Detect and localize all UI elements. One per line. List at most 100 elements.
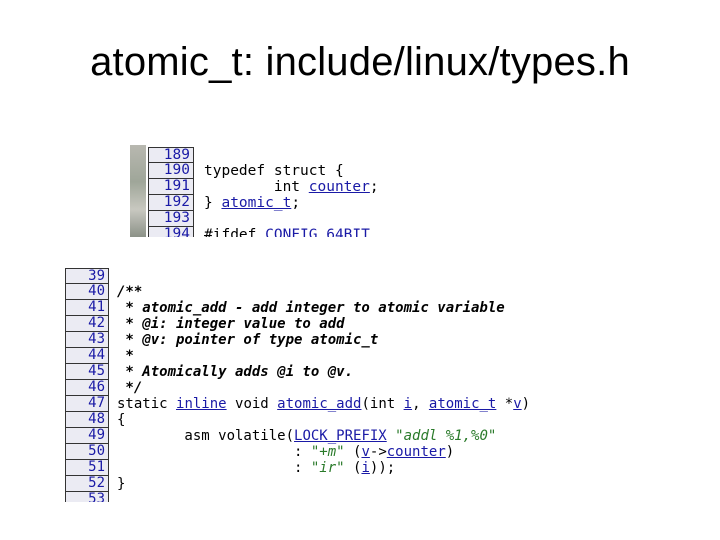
code-text: asm volatile(LOCK_PREFIX "addl %1,%0" [109,428,496,444]
code-token: ) [445,444,455,460]
line-number-link[interactable]: 193 [148,211,194,227]
code-text: } atomic_t; [194,195,300,211]
comment-text: * [117,348,134,364]
line-number-link[interactable]: 53 [65,492,109,502]
code-line: 40 /** [65,284,530,300]
identifier-link[interactable]: LOCK_PREFIX [294,428,387,444]
line-number-link[interactable]: 189 [148,147,194,163]
code-lines: 39 40/** 41 * atomic_add - add integer to … [65,268,530,502]
line-number-link[interactable]: 47 [65,396,109,412]
identifier-link[interactable]: v [513,396,521,412]
identifier-link[interactable]: i [361,460,369,476]
code-text: #ifdef CONFIG_64BIT [194,227,370,237]
comment-text: * @i: integer value to add [117,316,345,332]
code-text: : "+m" (v->counter) [109,444,454,460]
code-line: 39 [65,268,530,284]
comment-text: * @v: pointer of type atomic_t [117,332,379,348]
photo-strip [130,145,146,237]
code-token: : [117,460,311,476]
line-number-link[interactable]: 48 [65,412,109,428]
code-text: * atomic_add - add integer to atomic var… [109,300,505,316]
code-token: typedef struct { [204,163,344,179]
line-number-link[interactable]: 43 [65,332,109,348]
code-snippet-types-h: 189 190 typedef struct {191 int counter; 19… [130,145,540,237]
line-number-link[interactable]: 51 [65,460,109,476]
code-line: 191 int counter; [148,179,379,195]
line-number-link[interactable]: 46 [65,380,109,396]
identifier-link[interactable]: counter [387,444,446,460]
code-line: 48 { [65,412,530,428]
string-literal: "ir" [310,460,345,476]
code-token: ; [291,195,301,211]
code-text: * Atomically adds @i to @v. [109,364,353,380]
identifier-link[interactable]: atomic_t [429,396,496,412]
line-number-link[interactable]: 190 [148,163,194,179]
identifier-link[interactable]: i [404,396,412,412]
code-text: * @v: pointer of type atomic_t [109,332,378,348]
code-line: 43 * @v: pointer of type atomic_t [65,332,530,348]
line-number-link[interactable]: 50 [65,444,109,460]
code-token: static [117,396,177,412]
code-text: { [109,412,125,428]
line-number-link[interactable]: 42 [65,316,109,332]
line-number-link[interactable]: 39 [65,268,109,284]
code-token: ) [521,396,531,412]
code-line: 194 #ifdef CONFIG_64BIT [148,227,379,237]
code-token: ( [344,460,362,476]
code-line: 44 * [65,348,530,364]
line-number-link[interactable]: 45 [65,364,109,380]
line-number-link[interactable]: 44 [65,348,109,364]
code-text: static inline void atomic_add(int i, ato… [109,396,530,412]
identifier-link[interactable]: v [361,444,369,460]
identifier-link[interactable]: atomic_t [221,195,291,211]
identifier-link[interactable]: CONFIG_64BIT [265,227,370,237]
line-number-link[interactable]: 49 [65,428,109,444]
code-token: -> [369,444,387,460]
code-text: int counter; [194,179,379,195]
identifier-link[interactable]: atomic_add [277,396,361,412]
identifier-link[interactable]: inline [176,396,227,412]
code-token: #ifdef [204,227,266,237]
line-number-link[interactable]: 191 [148,179,194,195]
code-line: 53 [65,492,530,502]
code-text: : "ir" (i)); [109,460,395,476]
code-text: */ [109,380,142,396]
code-token: int [204,179,309,195]
identifier-link[interactable]: counter [309,179,370,195]
code-lines: 189 190 typedef struct {191 int counter; 19… [148,147,379,237]
line-number-link[interactable]: 192 [148,195,194,211]
code-line: 49 asm volatile(LOCK_PREFIX "addl %1,%0" [65,428,530,444]
comment-text: * atomic_add - add integer to atomic var… [117,300,505,316]
comment-text: /** [117,284,143,300]
code-token: { [117,412,126,428]
code-token: ( [344,444,362,460]
line-number-link[interactable]: 40 [65,284,109,300]
code-token: (int [361,396,404,412]
code-line: 52} [65,476,530,492]
comment-text: */ [117,380,143,396]
code-line: 51 : "ir" (i)); [65,460,530,476]
code-line: 41 * atomic_add - add integer to atomic … [65,300,530,316]
line-number-link[interactable]: 194 [148,227,194,237]
code-text: typedef struct { [194,163,344,179]
code-line: 46 */ [65,380,530,396]
code-token: , [412,396,429,412]
code-token: : [117,444,311,460]
code-line: 193 [148,211,379,227]
code-token: * [496,396,514,412]
code-token: } [204,195,222,211]
code-line: 190 typedef struct { [148,163,379,179]
comment-text: * Atomically adds @i to @v. [117,364,354,380]
code-snippet-atomic-add: 39 40/** 41 * atomic_add - add integer to … [65,268,605,502]
string-literal: "addl %1,%0" [395,428,497,444]
string-literal: "+m" [310,444,345,460]
line-number-link[interactable]: 41 [65,300,109,316]
code-line: 42 * @i: integer value to add [65,316,530,332]
code-text: /** [109,284,142,300]
code-text: } [109,476,125,492]
line-number-link[interactable]: 52 [65,476,109,492]
code-line: 45 * Atomically adds @i to @v. [65,364,530,380]
code-line: 189 [148,147,379,163]
code-token: void [226,396,278,412]
slide-title: atomic_t: include/linux/types.h [90,40,630,84]
